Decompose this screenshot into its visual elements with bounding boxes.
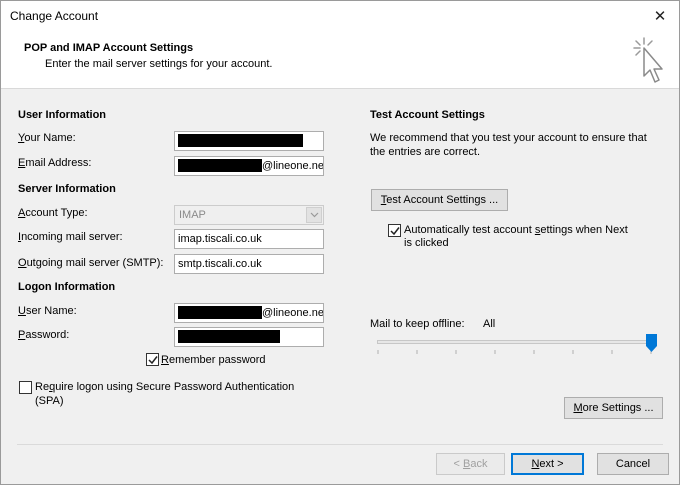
dialog-header: POP and IMAP Account Settings Enter the … xyxy=(1,31,679,89)
test-description-line2: the entries are correct. xyxy=(370,146,481,158)
your-name-label-text: our Name: xyxy=(24,132,76,144)
user-information-heading: User Information xyxy=(18,109,107,121)
title-bar: Change Account ✕ xyxy=(1,1,679,31)
auto-test-label[interactable]: Automatically test account settings when… xyxy=(404,224,628,236)
password-label-text: assword: xyxy=(25,329,70,341)
outgoing-label-text: utgoing mail server (SMTP): xyxy=(26,257,164,269)
back-button[interactable]: < Back xyxy=(436,453,505,475)
window-title: Change Account xyxy=(10,9,99,23)
user-name-label: User Name: xyxy=(18,305,77,317)
test-account-heading: Test Account Settings xyxy=(370,109,485,121)
incoming-label-text: ncoming mail server: xyxy=(21,231,123,243)
user-name-label-text: ser Name: xyxy=(25,305,77,317)
next-button[interactable]: Next > xyxy=(511,453,584,475)
header-title: POP and IMAP Account Settings xyxy=(24,42,194,54)
chevron-down-icon[interactable] xyxy=(306,207,322,223)
close-button[interactable]: ✕ xyxy=(645,3,675,29)
redacted-email xyxy=(178,158,262,172)
auto-test-label-line2: is clicked xyxy=(404,237,449,249)
more-settings-button[interactable]: More Settings ... xyxy=(564,397,663,419)
offline-label: Mail to keep offline: xyxy=(370,318,465,330)
redacted-username xyxy=(178,305,262,319)
remember-password-label[interactable]: Remember password xyxy=(161,354,266,366)
outgoing-server-label: Outgoing mail server (SMTP): xyxy=(18,257,164,269)
your-name-label: Your Name: xyxy=(18,132,76,144)
account-type-label: Account Type: xyxy=(18,207,88,219)
remember-text: emember password xyxy=(168,354,266,366)
test-description-line1: We recommend that you test your account … xyxy=(370,132,647,144)
spa-pre: Re xyxy=(35,381,50,393)
outgoing-label-accel: O xyxy=(18,257,27,269)
offline-slider-thumb[interactable] xyxy=(646,334,657,352)
remember-password-checkbox[interactable] xyxy=(146,353,159,366)
cancel-button[interactable]: Cancel xyxy=(597,453,669,475)
redacted-name xyxy=(178,133,303,147)
password-field[interactable] xyxy=(174,327,324,347)
spa-checkbox[interactable] xyxy=(19,381,32,394)
footer-divider xyxy=(17,444,663,445)
logon-information-heading: Logon Information xyxy=(18,281,116,293)
spa-label-line2: (SPA) xyxy=(35,395,64,407)
spa-text: uire logon using Secure Password Authent… xyxy=(55,381,295,393)
remember-accel: R xyxy=(161,354,169,366)
auto-test-checkbox[interactable] xyxy=(388,224,401,237)
email-label-text: mail Address: xyxy=(25,157,92,169)
checkmark-icon xyxy=(148,356,158,365)
user-name-label-accel: U xyxy=(18,305,26,317)
email-address-label: Email Address: xyxy=(18,157,91,169)
more-text: ore Settings ... xyxy=(582,402,654,414)
test-button-text: est Account Settings ... xyxy=(386,194,499,206)
header-subtitle: Enter the mail server settings for your … xyxy=(45,58,273,70)
auto-pre: Automatically test account xyxy=(404,224,535,236)
user-name-field[interactable]: @lineone.ne xyxy=(174,303,324,323)
offline-value: All xyxy=(483,318,496,330)
account-type-select[interactable]: IMAP xyxy=(174,205,324,225)
cursor-click-icon xyxy=(633,37,663,83)
back-text: ack xyxy=(470,458,488,470)
offline-slider-track[interactable] xyxy=(377,340,653,344)
auto-text: ettings when Next xyxy=(540,224,628,236)
test-account-settings-button[interactable]: Test Account Settings ... xyxy=(371,189,508,211)
email-suffix: @lineone.ne xyxy=(262,160,324,172)
username-suffix: @lineone.ne xyxy=(262,307,324,319)
checkmark-icon xyxy=(390,227,400,236)
your-name-field[interactable] xyxy=(174,131,324,151)
change-account-dialog: Change Account ✕ POP and IMAP Account Se… xyxy=(0,0,680,485)
spa-label[interactable]: Require logon using Secure Password Auth… xyxy=(35,381,294,393)
password-label: Password: xyxy=(18,329,69,341)
incoming-server-label: Incoming mail server: xyxy=(18,231,123,243)
server-information-heading: Server Information xyxy=(18,183,116,195)
outgoing-server-field[interactable]: smtp.tiscali.co.uk xyxy=(174,254,324,274)
incoming-server-field[interactable]: imap.tiscali.co.uk xyxy=(174,229,324,249)
next-text: ext > xyxy=(539,458,564,470)
account-type-label-text: ccount Type: xyxy=(25,207,88,219)
redacted-password xyxy=(178,329,280,343)
account-type-value: IMAP xyxy=(179,209,206,221)
more-accel: M xyxy=(573,402,583,414)
email-address-field[interactable]: @lineone.ne xyxy=(174,156,324,176)
back-pre: < xyxy=(453,458,463,470)
offline-slider-ticks xyxy=(377,350,652,354)
